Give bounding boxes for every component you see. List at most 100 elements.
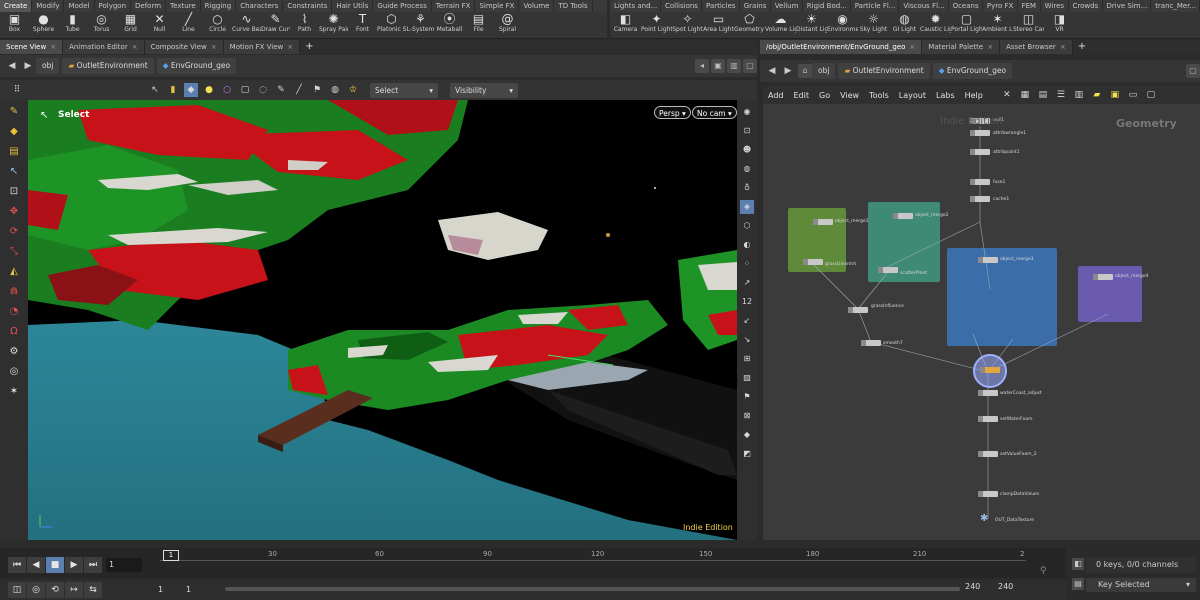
scale-tool-icon[interactable]: ⤡ xyxy=(5,244,23,260)
node-object-merge2[interactable] xyxy=(893,213,913,219)
point-normal-icon[interactable]: ↘ xyxy=(740,333,754,347)
path-network[interactable]: ▰ OutletEnvironment xyxy=(62,58,154,74)
pane-tab[interactable]: Asset Browser × xyxy=(1000,40,1073,54)
object-select-icon[interactable]: ▮ xyxy=(166,83,180,97)
node-scatter-plant[interactable] xyxy=(878,267,898,273)
shelf-tab[interactable]: TD Tools xyxy=(554,0,593,12)
current-frame-marker[interactable]: 1 xyxy=(163,550,179,561)
range-start-field[interactable]: 1 xyxy=(183,583,211,597)
shelf-tab[interactable]: Wires xyxy=(1041,0,1069,12)
shelf-tool-button[interactable]: ▢ Portal Light xyxy=(951,12,982,38)
key-selected-dropdown[interactable]: Key Selected ▾ xyxy=(1086,578,1196,592)
shelf-tab[interactable]: Rigid Bod... xyxy=(803,0,851,12)
lock-icon[interactable]: ⊡ xyxy=(5,184,23,200)
node-smooth7[interactable] xyxy=(861,340,881,346)
desktop-icon[interactable]: ▣ xyxy=(711,59,725,73)
start-frame-field[interactable]: 1 xyxy=(155,583,183,597)
key-icon[interactable]: ⚲ xyxy=(1040,566,1047,576)
shelf-tab[interactable]: Deform xyxy=(131,0,167,12)
shelf-tool-button[interactable]: ☼ Sky Light xyxy=(858,12,889,38)
shelf-tool-button[interactable]: ✎Draw Curve xyxy=(261,12,290,38)
shelf-tab[interactable]: Constraints xyxy=(283,0,333,12)
shelf-tab[interactable]: Grains xyxy=(740,0,771,12)
net-settings-icon[interactable]: ▢ xyxy=(1144,88,1158,102)
shelf-tool-button[interactable]: T Font xyxy=(348,12,377,38)
shelf-tool-button[interactable]: ☀Distant Light xyxy=(796,12,827,38)
range-slider[interactable] xyxy=(225,587,960,591)
uv-icon[interactable]: ⊞ xyxy=(740,352,754,366)
shelf-tool-button[interactable]: ◉Environment Light xyxy=(827,12,858,38)
shelf-tool-button[interactable]: ▣ Box xyxy=(0,12,29,38)
shelf-tool-button[interactable]: ● Sphere xyxy=(29,12,58,38)
shelf-tab[interactable]: Viscous Fl... xyxy=(899,0,949,12)
node-cache1[interactable] xyxy=(970,196,990,202)
display-options-icon[interactable]: ◉ xyxy=(740,105,754,119)
pane-tab[interactable]: Animation Editor × xyxy=(63,40,145,54)
wireframe-icon[interactable]: ⬡ xyxy=(740,219,754,233)
stop-icon[interactable]: ■ xyxy=(46,557,64,573)
close-icon[interactable]: × xyxy=(132,43,138,51)
network-canvas[interactable]: null1 attribwrangle1 attribpaint1 fuse1 … xyxy=(763,104,1200,540)
shelf-tab[interactable]: Drive Sim... xyxy=(1103,0,1152,12)
loop-icon[interactable]: ⟲ xyxy=(46,582,64,598)
sticky-note-icon[interactable]: ▰ xyxy=(1090,88,1104,102)
network-menu-item[interactable]: Go xyxy=(814,91,835,100)
network-menu-item[interactable]: Edit xyxy=(789,91,815,100)
node-grass-influence[interactable] xyxy=(848,307,868,313)
scene-viewport[interactable] xyxy=(28,100,737,540)
magnet-snap-icon[interactable]: Ω xyxy=(5,324,23,340)
close-icon[interactable]: × xyxy=(987,43,993,51)
node-set-value-foam[interactable] xyxy=(978,451,998,457)
shelf-tab[interactable]: tranc_Mer... xyxy=(1151,0,1200,12)
shelf-tool-button[interactable]: ✹Caustic Light xyxy=(920,12,951,38)
node-fuse1[interactable] xyxy=(970,179,990,185)
node-selected[interactable] xyxy=(980,367,1000,373)
shelf-tab[interactable]: Crowds xyxy=(1069,0,1103,12)
shelf-tool-button[interactable]: ▤ File xyxy=(464,12,493,38)
shelf-tab[interactable]: Volume xyxy=(519,0,555,12)
visualizer-icon[interactable]: ✶ xyxy=(5,384,23,400)
shelf-tool-button[interactable]: ⬠Geometry Light xyxy=(734,12,765,38)
list-view-icon[interactable]: ▤ xyxy=(1036,88,1050,102)
shelf-tab[interactable]: Terrain FX xyxy=(432,0,476,12)
back-arrow-icon[interactable]: ◀ xyxy=(4,61,20,71)
net-home-icon[interactable]: ⌂ xyxy=(798,64,812,78)
shelf-tool-button[interactable]: ◍ GI Light xyxy=(889,12,920,38)
audio-icon[interactable]: ◎ xyxy=(27,582,45,598)
range-icon[interactable]: ↦ xyxy=(65,582,83,598)
fps-icon[interactable]: ⇆ xyxy=(84,582,102,598)
grid-display-icon[interactable]: ⊠ xyxy=(740,409,754,423)
shelf-tool-button[interactable]: ⌇ Path xyxy=(290,12,319,38)
shelf-tool-button[interactable]: ✺Spray Paint xyxy=(319,12,348,38)
shelf-tool-button[interactable]: ✶Ambient Light xyxy=(982,12,1013,38)
pane-tab[interactable]: Composite View × xyxy=(144,40,224,54)
add-network-tab-button[interactable]: + xyxy=(1073,40,1091,54)
render-icon[interactable]: ◆ xyxy=(740,428,754,442)
shelf-tab[interactable]: Create xyxy=(0,0,33,12)
settings-icon[interactable]: ⚙ xyxy=(5,344,23,360)
path-obj[interactable]: obj xyxy=(36,58,60,74)
shelf-tab[interactable]: Rigging xyxy=(201,0,237,12)
node-object-merge4[interactable] xyxy=(1093,274,1113,280)
scene-icon[interactable]: ◎ xyxy=(5,364,23,380)
point-select-icon[interactable]: ● xyxy=(202,83,216,97)
grid-menu-icon[interactable]: ⠿ xyxy=(10,83,24,97)
vector-icon[interactable]: ↙ xyxy=(740,314,754,328)
net-forward-arrow-icon[interactable]: ▶ xyxy=(780,66,796,76)
display-icon[interactable]: ▭ xyxy=(1126,88,1140,102)
shelf-tab[interactable]: Modify xyxy=(32,0,65,12)
range-end-field[interactable]: 240 xyxy=(965,582,980,591)
ghost-icon[interactable]: ☻ xyxy=(740,143,754,157)
shelf-tool-button[interactable]: ◎ Torus xyxy=(87,12,116,38)
network-menu-item[interactable]: Labs xyxy=(931,91,960,100)
shelf-tool-button[interactable]: ▦ Grid xyxy=(116,12,145,38)
brush-select-icon[interactable]: ✎ xyxy=(274,83,288,97)
shelf-tool-button[interactable]: ◧ Camera xyxy=(610,12,641,38)
out-node-icon[interactable]: ✱ xyxy=(980,513,988,524)
shelf-tab[interactable]: Model xyxy=(64,0,95,12)
close-icon[interactable]: × xyxy=(909,43,915,51)
node-water-coast[interactable] xyxy=(978,390,998,396)
jump-start-icon[interactable]: ⏮ xyxy=(8,557,26,573)
channels-icon[interactable]: ◧ xyxy=(1072,558,1084,570)
shelf-tool-button[interactable]: ✧ Spot Light xyxy=(672,12,703,38)
